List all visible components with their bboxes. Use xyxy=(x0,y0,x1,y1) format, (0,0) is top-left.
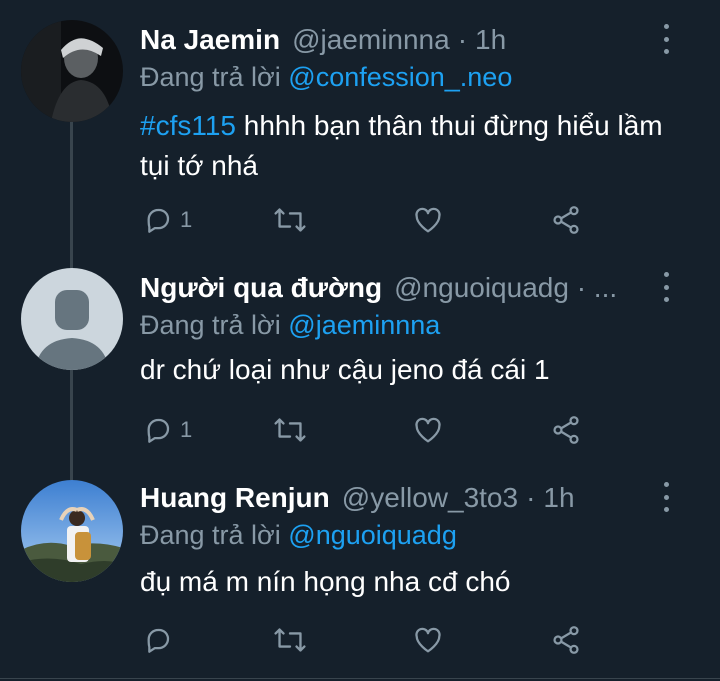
replying-to-label: Đang trả lời xyxy=(140,62,281,92)
share-icon xyxy=(553,416,579,444)
reply-icon xyxy=(147,628,170,653)
tweet-header: Huang Renjun @yellow_3to3 · 1h xyxy=(140,478,650,518)
like-icon xyxy=(415,207,441,233)
tweet-header: Người qua đường @nguoiquadg · ... xyxy=(140,268,650,308)
avatar[interactable] xyxy=(21,480,123,582)
mention-link[interactable]: @jaeminnna xyxy=(288,310,440,340)
reply-icon xyxy=(147,208,170,233)
action-bar xyxy=(140,620,600,660)
retweet-icon xyxy=(274,628,306,652)
separator-dot: · xyxy=(457,24,468,55)
replying-to-label: Đang trả lời xyxy=(140,520,281,550)
action-bar: 1 xyxy=(140,410,600,450)
display-name[interactable]: Huang Renjun xyxy=(140,482,330,514)
tweet-text: đụ má m nín họng nha cđ chó xyxy=(140,566,511,597)
replying-to: Đang trả lời @jaeminnna xyxy=(140,310,440,341)
like-icon xyxy=(415,417,441,443)
share-icon xyxy=(553,626,579,654)
timestamp[interactable]: 1h xyxy=(475,24,506,56)
more-icon[interactable] xyxy=(656,24,676,54)
replying-to: Đang trả lời @nguoiquadg xyxy=(140,520,457,551)
replying-to-label: Đang trả lời xyxy=(140,310,281,340)
tweet-text: #cfs115 hhhh bạn thân thui đừng hiểu lầm… xyxy=(140,106,680,186)
retweet-button[interactable] xyxy=(273,410,307,450)
mention-link[interactable]: @confession_.neo xyxy=(288,62,512,92)
like-icon xyxy=(415,627,441,653)
mention-link[interactable]: @nguoiquadg xyxy=(288,520,457,550)
hashtag-link[interactable]: #cfs115 xyxy=(140,110,236,141)
avatar-photo xyxy=(21,20,123,122)
reply-button[interactable]: 1 xyxy=(142,410,192,450)
reply-icon xyxy=(147,418,170,443)
share-button[interactable] xyxy=(550,410,582,450)
retweet-icon xyxy=(274,418,306,442)
like-button[interactable] xyxy=(412,410,444,450)
display-name[interactable]: Người qua đường xyxy=(140,272,382,304)
avatar[interactable] xyxy=(21,268,123,370)
display-name[interactable]: Na Jaemin xyxy=(140,24,280,56)
timestamp[interactable]: 1h xyxy=(543,482,574,514)
tweet-header: Na Jaemin @jaeminnna · 1h xyxy=(140,20,650,60)
tweet-2[interactable]: Người qua đường @nguoiquadg · ... Đang t… xyxy=(0,268,720,463)
more-icon[interactable] xyxy=(656,272,676,302)
retweet-button[interactable] xyxy=(273,200,307,240)
avatar[interactable] xyxy=(21,20,123,122)
action-bar: 1 xyxy=(140,200,600,240)
share-icon xyxy=(553,206,579,234)
tweet-3[interactable]: Huang Renjun @yellow_3to3 · 1h Đang trả … xyxy=(0,478,720,668)
reply-button[interactable] xyxy=(142,620,180,660)
handle[interactable]: @jaeminnna xyxy=(292,24,450,56)
share-button[interactable] xyxy=(550,620,582,660)
handle[interactable]: @yellow_3to3 xyxy=(342,482,518,514)
more-icon[interactable] xyxy=(656,482,676,512)
like-button[interactable] xyxy=(412,620,444,660)
bottom-divider xyxy=(0,678,720,679)
separator-dot: · xyxy=(526,482,536,513)
like-button[interactable] xyxy=(412,200,444,240)
tweet-text: dr chứ loại như cậu jeno đá cái 1 xyxy=(140,354,550,385)
retweet-icon xyxy=(274,208,306,232)
default-avatar-icon xyxy=(21,268,123,370)
share-button[interactable] xyxy=(550,200,582,240)
reply-button[interactable]: 1 xyxy=(142,200,192,240)
replying-to: Đang trả lời @confession_.neo xyxy=(140,62,512,93)
reply-count: 1 xyxy=(180,417,193,442)
avatar-photo xyxy=(21,480,123,582)
reply-count: 1 xyxy=(180,207,193,232)
handle[interactable]: @nguoiquadg · ... xyxy=(394,272,617,304)
retweet-button[interactable] xyxy=(273,620,307,660)
tweet-1[interactable]: Na Jaemin @jaeminnna · 1h Đang trả lời @… xyxy=(0,20,720,255)
